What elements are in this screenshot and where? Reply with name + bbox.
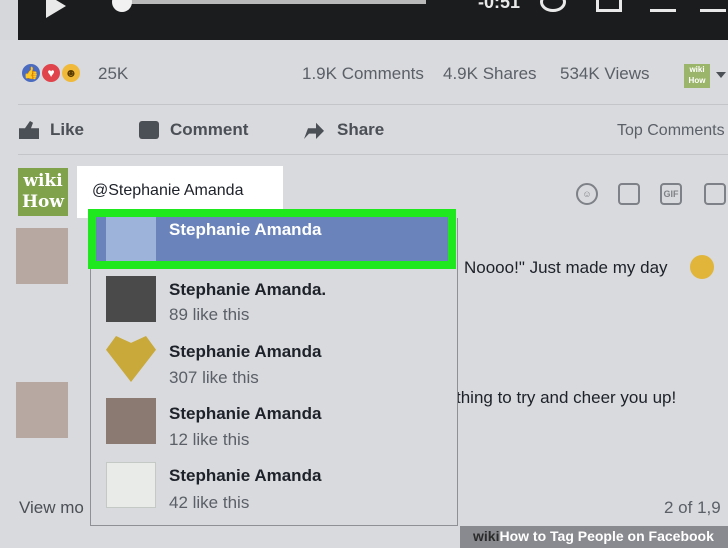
divider (18, 154, 728, 155)
watermark-title: How to Tag People on Facebook (499, 528, 714, 544)
smiley-icon[interactable]: ☺ (576, 183, 598, 205)
avatar-text-line1: wiki (23, 171, 63, 191)
suggestion-avatar[interactable] (106, 462, 156, 508)
sticker-icon[interactable] (704, 183, 726, 205)
suggestion-likes: 307 like this (169, 368, 259, 387)
suggestion-name[interactable]: Stephanie Amanda (169, 404, 321, 424)
top-comments-filter[interactable]: Top Comments (617, 122, 725, 140)
volume-icon[interactable] (700, 0, 726, 12)
shares-count[interactable]: 4.9K Shares (443, 64, 537, 84)
like-reaction-icon: 👍 (20, 62, 42, 84)
suggestion-avatar[interactable] (106, 276, 156, 322)
play-icon[interactable] (46, 0, 66, 18)
video-time: -0:51 (478, 0, 521, 12)
divider (18, 104, 728, 105)
chevron-down-icon[interactable] (716, 72, 726, 78)
video-scrubber[interactable] (114, 0, 426, 4)
suggestion-likes: 42 like this (169, 493, 250, 512)
highlight-annotation (88, 209, 456, 269)
haha-reaction-icon: ☻ (60, 62, 82, 84)
suggestion-name[interactable]: Stephanie Amanda. (169, 280, 326, 300)
camera-icon[interactable] (618, 183, 640, 205)
suggestion-name[interactable]: Stephanie Amanda (169, 466, 321, 486)
watermark-brand: wiki (473, 528, 500, 544)
suggestion-likes: 12 like this (169, 430, 250, 449)
gif-icon[interactable]: GIF (660, 183, 682, 205)
comment-text: Noooo!" Just made my day (464, 258, 668, 277)
love-reaction-icon: ♥ (40, 62, 62, 84)
commenter-avatar[interactable] (16, 228, 68, 284)
commenter-avatar[interactable] (16, 382, 68, 438)
video-player-controls: -0:51 (18, 0, 728, 40)
views-count: 534K Views (560, 64, 650, 83)
scrubber-knob[interactable] (112, 0, 132, 12)
comment-text: thing to try and cheer you up! (456, 388, 677, 407)
fullscreen-icon[interactable] (650, 0, 676, 12)
view-more-comments-link[interactable]: View mo (19, 498, 84, 518)
avatar-text-line2: How (21, 192, 65, 212)
share-button[interactable]: Share (337, 120, 384, 140)
like-button[interactable]: Like (50, 120, 84, 140)
laughing-emoji-icon (690, 255, 714, 279)
comment-page-count: 2 of 1,9 (664, 498, 721, 517)
comment-icon[interactable] (139, 121, 159, 139)
reactions-count: 25K (98, 64, 129, 83)
user-avatar: wiki How (18, 168, 68, 216)
mini-player-icon[interactable] (596, 0, 622, 12)
comment-button[interactable]: Comment (170, 120, 248, 140)
suggestion-likes: 89 like this (169, 305, 250, 324)
page-avatar-mini[interactable]: wiki How (684, 64, 710, 88)
comment-input-value[interactable]: @Stephanie Amanda (92, 182, 243, 200)
comments-count[interactable]: 1.9K Comments (302, 64, 424, 84)
settings-gear-icon[interactable] (540, 0, 566, 12)
suggestion-avatar[interactable] (106, 398, 156, 444)
suggestion-name[interactable]: Stephanie Amanda (169, 342, 321, 362)
watermark-text: wikiHow to Tag People on Facebook (473, 528, 714, 544)
